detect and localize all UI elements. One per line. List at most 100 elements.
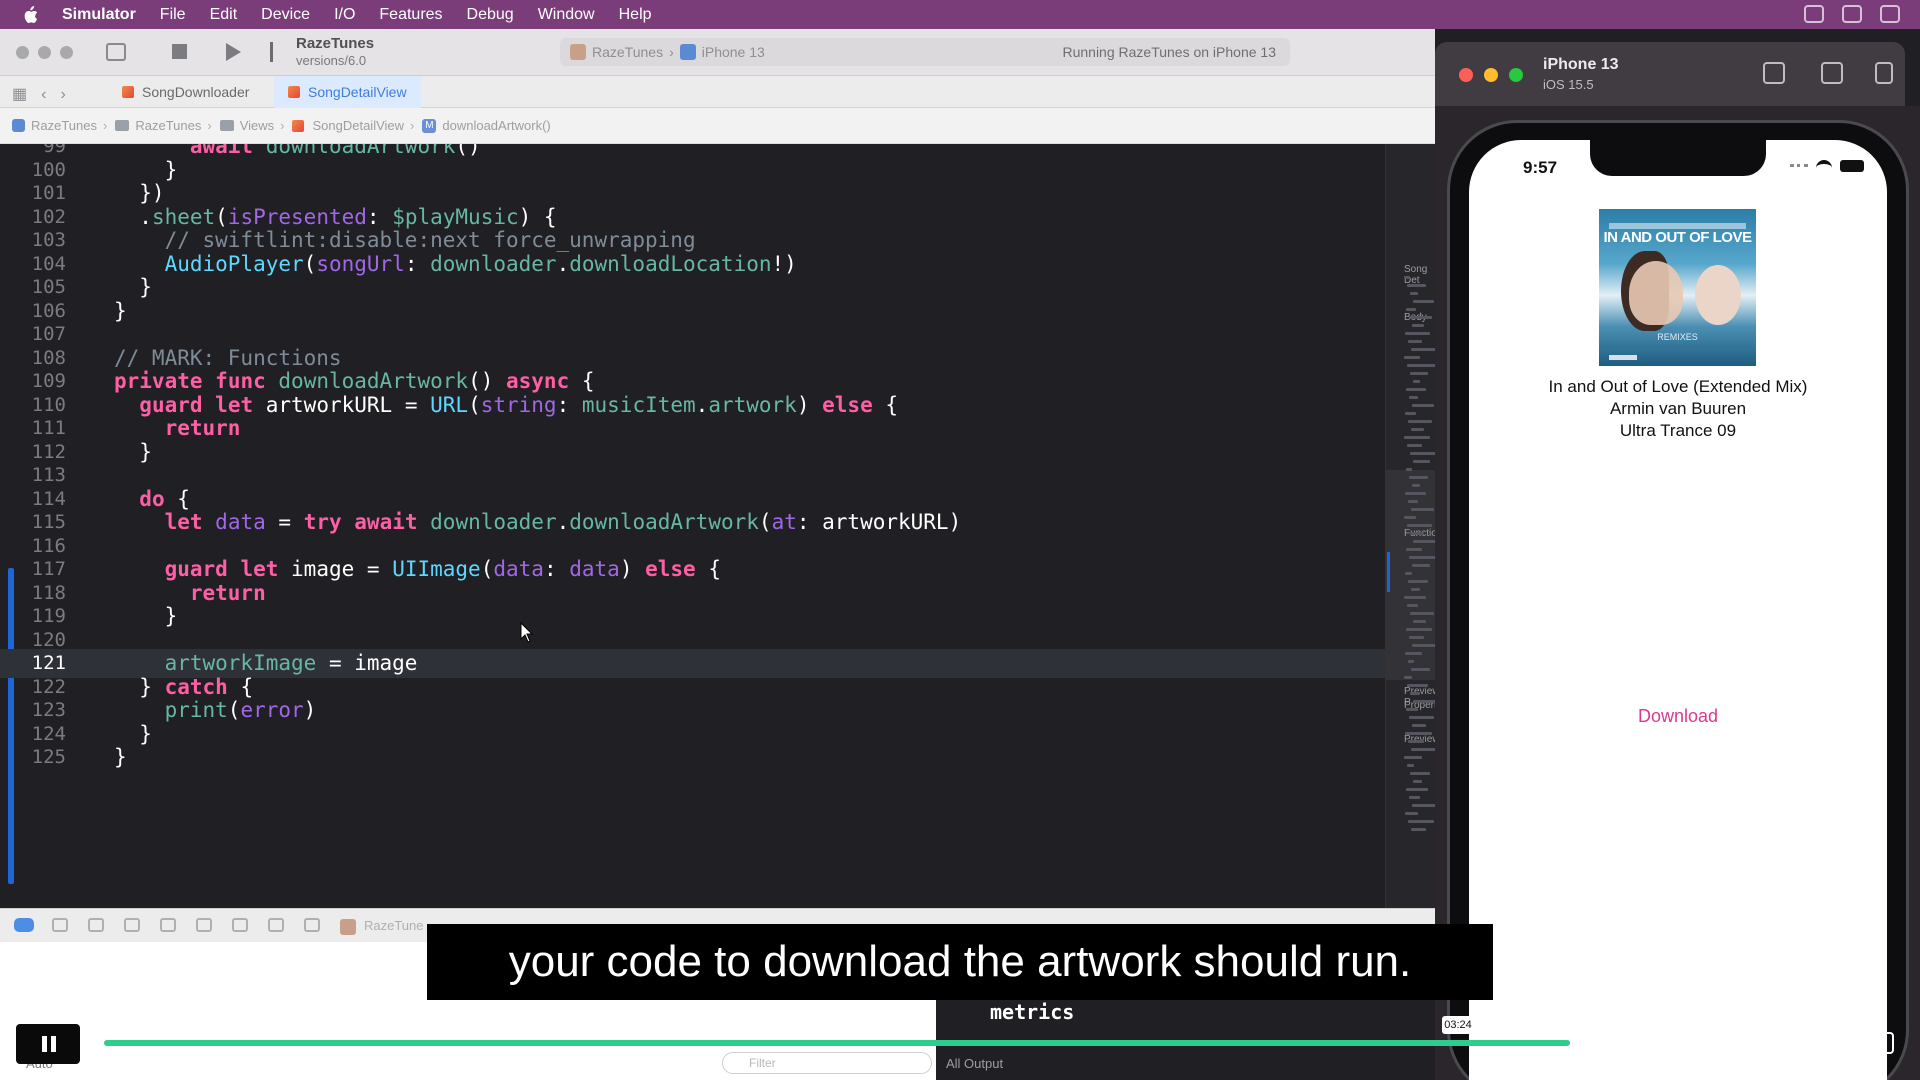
volume-icon[interactable]: [1690, 1032, 1714, 1054]
clock-icon[interactable]: [1880, 5, 1900, 23]
environment-overrides-icon[interactable]: [268, 918, 284, 932]
simulator-device-name: iPhone 13: [1543, 56, 1619, 73]
step-in-icon[interactable]: [124, 918, 140, 932]
xcode-toolbar: RazeTunes versions/6.0 RazeTunes › iPhon…: [0, 29, 1435, 76]
code-line[interactable]: 125}: [0, 743, 1385, 772]
step-over-icon[interactable]: [88, 918, 104, 932]
run-button[interactable]: [226, 43, 241, 61]
breadcrumb: RazeTunes › RazeTunes › Views › SongDetailV…: [0, 108, 1435, 144]
menu-simulator[interactable]: Simulator: [62, 6, 136, 24]
minimap-stroke: [1412, 404, 1434, 407]
scheme-selector[interactable]: RazeTunes › iPhone 13 Running RazeTunes …: [560, 38, 1290, 66]
tab-songdetailview[interactable]: SongDetailView: [274, 76, 421, 108]
output-select[interactable]: All Output: [946, 1056, 1003, 1071]
minimize-window-button[interactable]: [38, 46, 51, 59]
breadcrumb-item[interactable]: RazeTunes: [31, 118, 97, 133]
location-icon[interactable]: [304, 918, 320, 932]
minimap-stroke: [1407, 364, 1435, 367]
line-number[interactable]: 125: [14, 743, 66, 772]
breadcrumb-item[interactable]: Views: [240, 118, 274, 133]
song-album: Ultra Trance 09: [1619, 421, 1737, 440]
close-window-button[interactable]: [16, 46, 29, 59]
minimap-stroke: [1404, 276, 1410, 279]
minimap-stroke: [1412, 804, 1435, 807]
pause-debug-icon[interactable]: [52, 918, 68, 932]
minimap-stroke: [1410, 532, 1424, 535]
swift-file-icon: [292, 119, 305, 132]
menu-window[interactable]: Window: [538, 6, 595, 24]
app-target-icon: [570, 44, 586, 60]
debug-target-label[interactable]: RazeTune: [364, 918, 424, 933]
breakpoints-toggle-icon[interactable]: [14, 918, 34, 932]
minimap-stroke: [1412, 564, 1430, 567]
close-window-button[interactable]: [1459, 68, 1473, 82]
simulator-os-version: iOS 15.5: [1543, 77, 1594, 92]
breadcrumb-item[interactable]: SongDetailView: [312, 118, 404, 133]
exit-fullscreen-icon[interactable]: [1870, 1032, 1894, 1054]
menu-debug[interactable]: Debug: [467, 6, 514, 24]
menu-io[interactable]: I/O: [334, 6, 355, 24]
minimap-stroke: [1408, 660, 1414, 663]
view-hierarchy-icon[interactable]: [196, 918, 212, 932]
menu-device[interactable]: Device: [261, 6, 310, 24]
code-editor[interactable]: 99 await downloadArtwork() 100 } 101 }) 102…: [0, 144, 1385, 908]
minimap-stroke: [1409, 636, 1424, 639]
minimap-stroke: [1404, 516, 1416, 519]
apple-icon[interactable]: [22, 5, 38, 24]
scheme-target[interactable]: RazeTunes: [592, 44, 663, 60]
minimap-stroke: [1411, 428, 1424, 431]
settings-icon[interactable]: [1798, 1032, 1822, 1054]
rotate-icon[interactable]: [1875, 62, 1893, 84]
minimap-stroke: [1409, 396, 1418, 399]
song-info: In and Out of Love (Extended Mix) Armin …: [1469, 376, 1887, 442]
minimap-stroke: [1409, 316, 1432, 319]
menu-help[interactable]: Help: [619, 6, 652, 24]
transcript-icon[interactable]: [1762, 1032, 1786, 1054]
screenshot-icon[interactable]: [1821, 62, 1843, 84]
zoom-window-button[interactable]: [1509, 68, 1523, 82]
screen-record-icon[interactable]: [1804, 5, 1824, 23]
minimap-stroke: [1410, 452, 1435, 455]
minimap-stroke: [1408, 580, 1428, 583]
captions-icon[interactable]: [1726, 1032, 1750, 1054]
stop-button[interactable]: [172, 44, 187, 59]
minimap-stroke: [1408, 340, 1422, 343]
folder-icon: [115, 120, 130, 131]
zoom-window-button[interactable]: [60, 46, 73, 59]
memory-graph-icon[interactable]: [232, 918, 248, 932]
menu-edit[interactable]: Edit: [210, 6, 238, 24]
breadcrumb-item[interactable]: RazeTunes: [135, 118, 201, 133]
seek-timestamp: 03:24: [1442, 1016, 1474, 1034]
download-button[interactable]: Download: [1469, 706, 1887, 727]
artwork-title: IN AND OUT OF LOVE: [1603, 229, 1752, 246]
seek-progress: [104, 1040, 1570, 1046]
menu-features[interactable]: Features: [379, 6, 442, 24]
home-icon[interactable]: [1763, 62, 1785, 84]
window-controls: [16, 46, 73, 59]
step-out-icon[interactable]: [160, 918, 176, 932]
tab-navigation-icons[interactable]: ▦‹›: [12, 84, 80, 104]
minimap-stroke: [1411, 828, 1426, 831]
cellular-icon: [1790, 164, 1808, 168]
tab-songdownloader[interactable]: SongDownloader: [108, 76, 263, 108]
pause-button[interactable]: [16, 1024, 80, 1064]
menu-file[interactable]: File: [160, 6, 186, 24]
picture-in-picture-icon[interactable]: [1834, 1032, 1858, 1054]
minimap-stroke: [1404, 596, 1426, 599]
editor-tab-bar: ▦‹› SongDownloader SongDetailView: [0, 76, 1435, 108]
swift-file-icon: [122, 86, 134, 98]
minimap[interactable]: Song Det Body Function Preview P Propert…: [1385, 144, 1435, 908]
filter-input[interactable]: Filter: [722, 1052, 932, 1074]
breadcrumb-item[interactable]: downloadArtwork(): [442, 118, 550, 133]
console-output-text: metrics: [990, 1000, 1075, 1024]
minimap-stroke: [1413, 620, 1426, 623]
minimap-stroke: [1410, 612, 1434, 615]
scheme-device[interactable]: iPhone 13: [702, 44, 765, 60]
control-center-icon[interactable]: [1842, 5, 1862, 23]
minimap-stroke: [1407, 284, 1426, 287]
code-text[interactable]: }: [114, 743, 127, 772]
app-target-icon: [340, 919, 356, 935]
minimize-window-button[interactable]: [1484, 68, 1498, 82]
navigator-toggle-icon[interactable]: [106, 43, 126, 61]
minimap-stroke: [1413, 540, 1435, 543]
